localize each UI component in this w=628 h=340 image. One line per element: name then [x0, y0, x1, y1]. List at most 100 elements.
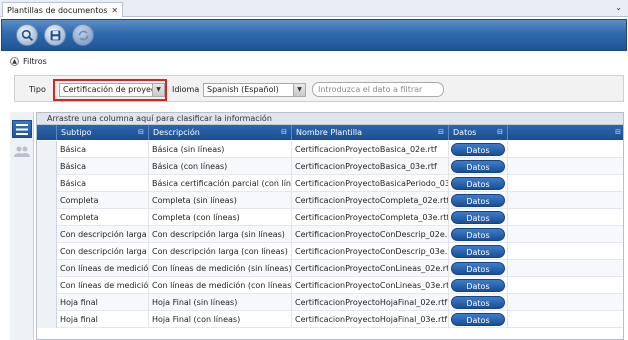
- header-datos[interactable]: Datos ⊟: [449, 125, 508, 140]
- table-row[interactable]: Con líneas de medición Con líneas de medi…: [37, 277, 623, 294]
- header-label: Subtipo: [61, 128, 92, 137]
- tab-plantillas[interactable]: Plantillas de documentos ✕: [2, 2, 124, 17]
- cell-datos: Datos: [449, 226, 508, 243]
- tipo-label: Tipo: [29, 85, 46, 94]
- pin-icon[interactable]: ⊟: [438, 125, 444, 140]
- idioma-label: Idioma: [172, 85, 200, 94]
- collapse-icon: ▲: [10, 57, 19, 66]
- cell-subtipo: Hoja final: [57, 311, 149, 328]
- pin-icon[interactable]: ⊟: [615, 125, 621, 140]
- grid-view-button[interactable]: [12, 120, 32, 138]
- header-plantilla[interactable]: Nombre Plantilla ⊟: [292, 125, 449, 140]
- cell-datos: Datos: [449, 311, 508, 328]
- datos-button[interactable]: Datos: [451, 143, 505, 156]
- cell-subtipo: Completa: [57, 192, 149, 209]
- datos-button[interactable]: Datos: [451, 211, 505, 224]
- datos-button[interactable]: Datos: [451, 177, 505, 190]
- row-selector[interactable]: [37, 260, 57, 277]
- cell-datos: Datos: [449, 175, 508, 192]
- group-by-hint[interactable]: Arrastre una columna aquí para clasifica…: [37, 113, 623, 125]
- side-rail: [10, 112, 34, 340]
- cell-descripcion: Hoja Final (con líneas): [149, 311, 292, 328]
- row-selector[interactable]: [37, 311, 57, 328]
- search-icon: [21, 29, 33, 41]
- cell-datos: Datos: [449, 260, 508, 277]
- datos-button[interactable]: Datos: [451, 160, 505, 173]
- row-selector[interactable]: [37, 294, 57, 311]
- cell-descripcion: Con descripción larga (sin líneas): [149, 226, 292, 243]
- table-row[interactable]: Hoja final Hoja Final (sin líneas) Certifi…: [37, 294, 623, 311]
- datos-button[interactable]: Datos: [451, 245, 505, 258]
- save-button[interactable]: [44, 24, 66, 46]
- row-selector[interactable]: [37, 192, 57, 209]
- pin-icon[interactable]: ⊟: [497, 125, 503, 140]
- cell-plantilla: CertificacionProyectoConDescrip_02e.rtf: [292, 226, 449, 243]
- cell-subtipo: Básica: [57, 158, 149, 175]
- search-button[interactable]: [16, 24, 38, 46]
- cell-datos: Datos: [449, 209, 508, 226]
- filters-label: Filtros: [23, 57, 47, 66]
- idioma-select[interactable]: Spanish (Español) ▼: [203, 83, 306, 97]
- row-selector[interactable]: [37, 243, 57, 260]
- cell-descripcion: Con líneas de medición (sin líneas): [149, 260, 292, 277]
- datos-button[interactable]: Datos: [451, 279, 505, 292]
- header-label: Nombre Plantilla: [296, 128, 363, 137]
- cell-plantilla: CertificacionProyectoBasica_02e.rtf: [292, 141, 449, 158]
- pin-icon[interactable]: ⊟: [138, 125, 144, 140]
- datos-button[interactable]: Datos: [451, 313, 505, 326]
- cell-subtipo: Básica: [57, 141, 149, 158]
- table-row[interactable]: Con descripción larga Con descripción lar…: [37, 243, 623, 260]
- header-label: Datos: [453, 128, 477, 137]
- close-icon[interactable]: ✕: [111, 6, 118, 15]
- refresh-icon: [78, 30, 88, 40]
- row-selector[interactable]: [37, 175, 57, 192]
- users-icon: [14, 146, 30, 157]
- row-selector[interactable]: [37, 209, 57, 226]
- chevron-down-icon[interactable]: ⌄: [615, 3, 622, 12]
- cell-plantilla: CertificacionProyectoConDescrip_03e.rtf: [292, 243, 449, 260]
- pin-icon[interactable]: ⊟: [281, 125, 287, 140]
- cell-descripcion: Completa (sin líneas): [149, 192, 292, 209]
- toolbar: [1, 19, 627, 51]
- templates-grid: Arrastre una columna aquí para clasifica…: [36, 112, 624, 340]
- table-row[interactable]: Básica Básica certificación parcial (con …: [37, 175, 623, 192]
- table-row[interactable]: Completa Completa (sin líneas) Certificaci…: [37, 192, 623, 209]
- table-row[interactable]: Con descripción larga Con descripción lar…: [37, 226, 623, 243]
- datos-button[interactable]: Datos: [451, 296, 505, 309]
- idioma-value: Spanish (Español): [207, 85, 279, 94]
- cell-descripcion: Con líneas de medición (con líneas): [149, 277, 292, 294]
- datos-button[interactable]: Datos: [451, 194, 505, 207]
- table-row[interactable]: Básica Básica (con líneas) CertificacionPr…: [37, 158, 623, 175]
- table-row[interactable]: Básica Básica (sin líneas) CertificacionPr…: [37, 141, 623, 158]
- cell-datos: Datos: [449, 141, 508, 158]
- datos-button[interactable]: Datos: [451, 228, 505, 241]
- header-subtipo[interactable]: Subtipo ⊟: [57, 125, 149, 140]
- row-selector[interactable]: [37, 277, 57, 294]
- filters-toggle[interactable]: ▲ Filtros: [10, 57, 47, 66]
- table-row[interactable]: Con líneas de medición Con líneas de medi…: [37, 260, 623, 277]
- tipo-highlight-box: [53, 79, 167, 101]
- table-row[interactable]: Completa Completa (con líneas) Certificaci…: [37, 209, 623, 226]
- table-row[interactable]: Hoja final Hoja Final (con líneas) Certifi…: [37, 311, 623, 328]
- save-icon: [50, 30, 60, 40]
- cell-subtipo: Con descripción larga: [57, 226, 149, 243]
- row-selector[interactable]: [37, 158, 57, 175]
- refresh-button[interactable]: [72, 24, 94, 46]
- row-selector[interactable]: [37, 226, 57, 243]
- cell-plantilla: CertificacionProyectoCompleta_02e.rtf: [292, 192, 449, 209]
- cell-subtipo: Con líneas de medición: [57, 277, 149, 294]
- row-selector[interactable]: [37, 141, 57, 158]
- chevron-down-icon: ▼: [293, 84, 305, 96]
- cell-plantilla: CertificacionProyectoCompleta_03e.rtf: [292, 209, 449, 226]
- cell-descripcion: Con descripción larga (con líneas): [149, 243, 292, 260]
- cell-subtipo: Básica: [57, 175, 149, 192]
- cell-subtipo: Completa: [57, 209, 149, 226]
- cell-subtipo: Con descripción larga: [57, 243, 149, 260]
- datos-button[interactable]: Datos: [451, 262, 505, 275]
- header-descripcion[interactable]: Descripción ⊟: [149, 125, 292, 140]
- cell-plantilla: CertificacionProyectoHojaFinal_03e.rtf: [292, 311, 449, 328]
- cell-datos: Datos: [449, 277, 508, 294]
- cell-plantilla: CertificacionProyectoConLineas_02e.rtf: [292, 260, 449, 277]
- users-button[interactable]: [12, 142, 32, 160]
- filter-search-input[interactable]: Introduzca el dato a filtrar: [312, 82, 444, 97]
